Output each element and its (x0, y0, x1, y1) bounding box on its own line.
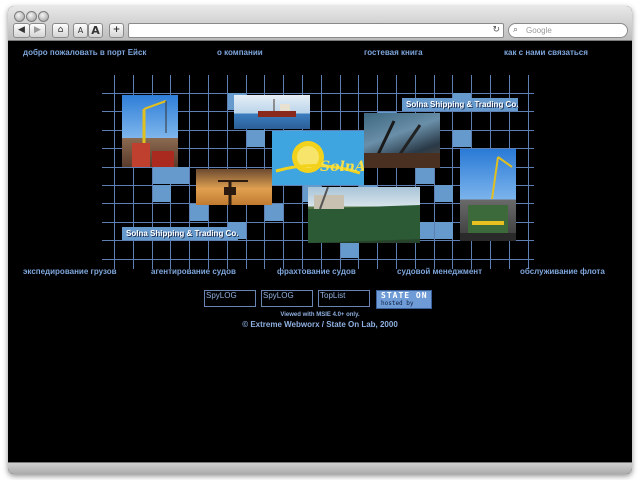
badge-title: STATE ON (381, 291, 428, 300)
nav-link-chartering[interactable]: фрахтование судов (277, 267, 356, 276)
logo-text: SolnA (320, 159, 364, 175)
port-crane-photo (122, 95, 178, 167)
forward-button[interactable]: ▶ (29, 23, 46, 38)
nav-link-cargo-forwarding[interactable]: экспедирование грузов (23, 267, 117, 276)
blue-tile (171, 167, 190, 184)
badge-subtitle: hosted by (381, 300, 414, 307)
home-icon: ⌂ (57, 25, 64, 35)
add-bookmark-button[interactable]: + (109, 23, 124, 38)
green-vessel-photo (308, 187, 420, 243)
blue-tile (434, 185, 453, 203)
spylog-counter-2[interactable]: SpyLOG (261, 290, 313, 307)
photo-collage: SolnA Solna Shipping & Trading Co. Solna… (102, 75, 534, 269)
solna-logo: SolnA (272, 131, 364, 185)
search-field[interactable]: ⌕ Google (508, 23, 628, 38)
ship-deck-photo (364, 113, 440, 168)
locomotive-icon (460, 156, 516, 241)
blue-tile (415, 167, 434, 184)
nav-link-contact[interactable]: как с нами связаться (504, 48, 588, 57)
text-larger-button[interactable]: A (88, 23, 103, 38)
browser-toolbar: ◀ ▶ ⌂ A A + ↻ ⌕ Google (8, 6, 632, 41)
close-window-button[interactable] (14, 11, 25, 22)
blue-tile (152, 167, 171, 184)
address-bar[interactable]: ↻ (128, 23, 504, 38)
crane-sunset-photo (196, 169, 272, 205)
forward-arrow-icon: ▶ (34, 25, 41, 35)
browser-note: Viewed with MSIE 4.0+ only. (280, 312, 360, 318)
sun-logo-icon: SolnA (275, 141, 364, 175)
brand-label-top: Solna Shipping & Trading Co. (402, 98, 518, 111)
brand-label-bottom: Solna Shipping & Trading Co. (122, 227, 238, 240)
vessel-icon (308, 187, 420, 243)
copyright: © Extreme Webworx / State On Lab, 2000 (242, 320, 398, 329)
state-on-hosting-badge[interactable]: STATE ON hosted by (376, 290, 432, 309)
toplist-counter[interactable]: TopList (318, 290, 370, 307)
blue-tile (340, 240, 359, 258)
crane-icon (132, 100, 174, 167)
minimize-window-button[interactable] (26, 11, 37, 22)
ship-at-sea-photo (234, 95, 310, 129)
spylog-counter-1[interactable]: SpyLOG (204, 290, 256, 307)
blue-tile (453, 130, 472, 148)
search-icon: ⌕ (513, 25, 519, 35)
ship-icon (258, 99, 296, 117)
browser-window: ◀ ▶ ⌂ A A + ↻ ⌕ Google добро пожаловать … (8, 6, 632, 474)
nav-link-guestbook[interactable]: гостевая книга (364, 48, 423, 57)
text-smaller-button[interactable]: A (73, 23, 88, 38)
search-placeholder: Google (526, 26, 552, 35)
reload-icon[interactable]: ↻ (492, 24, 500, 37)
back-arrow-icon: ◀ (18, 25, 25, 35)
nav-link-welcome[interactable]: добро пожаловать в порт Ейск (23, 48, 146, 57)
blue-tile (152, 185, 171, 203)
nav-link-ship-agency[interactable]: агентирование судов (151, 267, 236, 276)
nav-link-about[interactable]: о компании (217, 48, 263, 57)
status-bar (8, 462, 632, 474)
page-content: добро пожаловать в порт Ейск о компании … (8, 41, 632, 462)
nav-link-fleet-service[interactable]: обслуживание флота (520, 267, 605, 276)
locomotive-photo (460, 149, 516, 241)
blue-tile (434, 222, 453, 240)
nav-link-ship-management[interactable]: судовой менеджмент (397, 267, 482, 276)
blue-tile (190, 203, 209, 221)
grid-horizontal-line (102, 258, 534, 260)
sunset-crane-icon (218, 180, 248, 205)
home-button[interactable]: ⌂ (52, 23, 69, 38)
deck-cranes-icon (364, 120, 440, 168)
blue-tile (246, 130, 265, 148)
back-button[interactable]: ◀ (13, 23, 30, 38)
blue-tile (265, 203, 284, 221)
zoom-window-button[interactable] (38, 11, 49, 22)
